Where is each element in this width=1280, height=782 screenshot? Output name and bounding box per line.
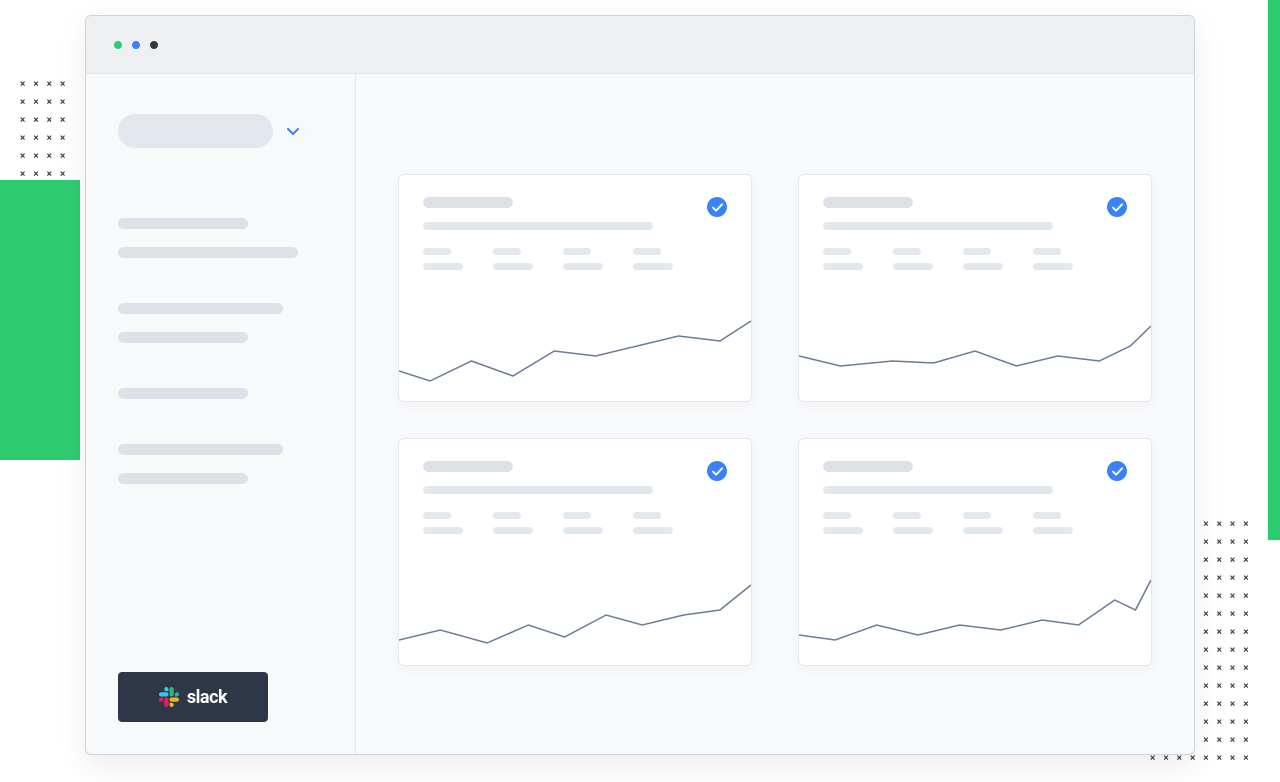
card-title-placeholder [823, 197, 913, 208]
window-dot-dark[interactable] [150, 41, 158, 49]
main-content [356, 74, 1194, 754]
bg-green-decoration [0, 180, 80, 460]
card-subtitle-placeholder [423, 222, 653, 230]
titlebar [86, 16, 1194, 74]
metric-card[interactable] [798, 438, 1152, 666]
card-stats [823, 512, 1127, 534]
nav-item[interactable] [118, 218, 248, 229]
check-badge-icon [1107, 197, 1127, 217]
window-dot-blue[interactable] [132, 41, 140, 49]
dropdown-pill [118, 114, 273, 148]
nav-group-1 [118, 303, 323, 343]
nav-item[interactable] [118, 303, 283, 314]
card-stats [423, 512, 727, 534]
nav-group-3 [118, 444, 323, 484]
sidebar: slack [86, 74, 356, 754]
card-stats [823, 248, 1127, 270]
check-badge-icon [707, 461, 727, 481]
check-badge-icon [1107, 461, 1127, 481]
card-subtitle-placeholder [823, 486, 1053, 494]
card-stats [423, 248, 727, 270]
card-title-placeholder [423, 461, 513, 472]
slack-button[interactable]: slack [118, 672, 268, 722]
nav-item[interactable] [118, 473, 248, 484]
workspace-dropdown[interactable] [118, 114, 323, 148]
nav-item[interactable] [118, 444, 283, 455]
nav-group-2 [118, 388, 323, 399]
metric-card[interactable] [798, 174, 1152, 402]
bg-green-right-decoration [1268, 0, 1280, 540]
nav-item[interactable] [118, 388, 248, 399]
nav-group-0 [118, 218, 323, 258]
card-subtitle-placeholder [423, 486, 653, 494]
sparkline-chart [399, 565, 751, 665]
slack-icon [159, 687, 179, 707]
sparkline-chart [399, 301, 751, 401]
check-badge-icon [707, 197, 727, 217]
sparkline-chart [799, 301, 1151, 401]
card-subtitle-placeholder [823, 222, 1053, 230]
nav-item[interactable] [118, 247, 298, 258]
sparkline-chart [799, 565, 1151, 665]
card-title-placeholder [823, 461, 913, 472]
metric-card[interactable] [398, 438, 752, 666]
slack-label: slack [187, 687, 227, 708]
metric-card[interactable] [398, 174, 752, 402]
browser-window: slack [85, 15, 1195, 755]
chevron-down-icon [287, 123, 299, 139]
window-dot-green[interactable] [114, 41, 122, 49]
card-title-placeholder [423, 197, 513, 208]
nav-item[interactable] [118, 332, 248, 343]
